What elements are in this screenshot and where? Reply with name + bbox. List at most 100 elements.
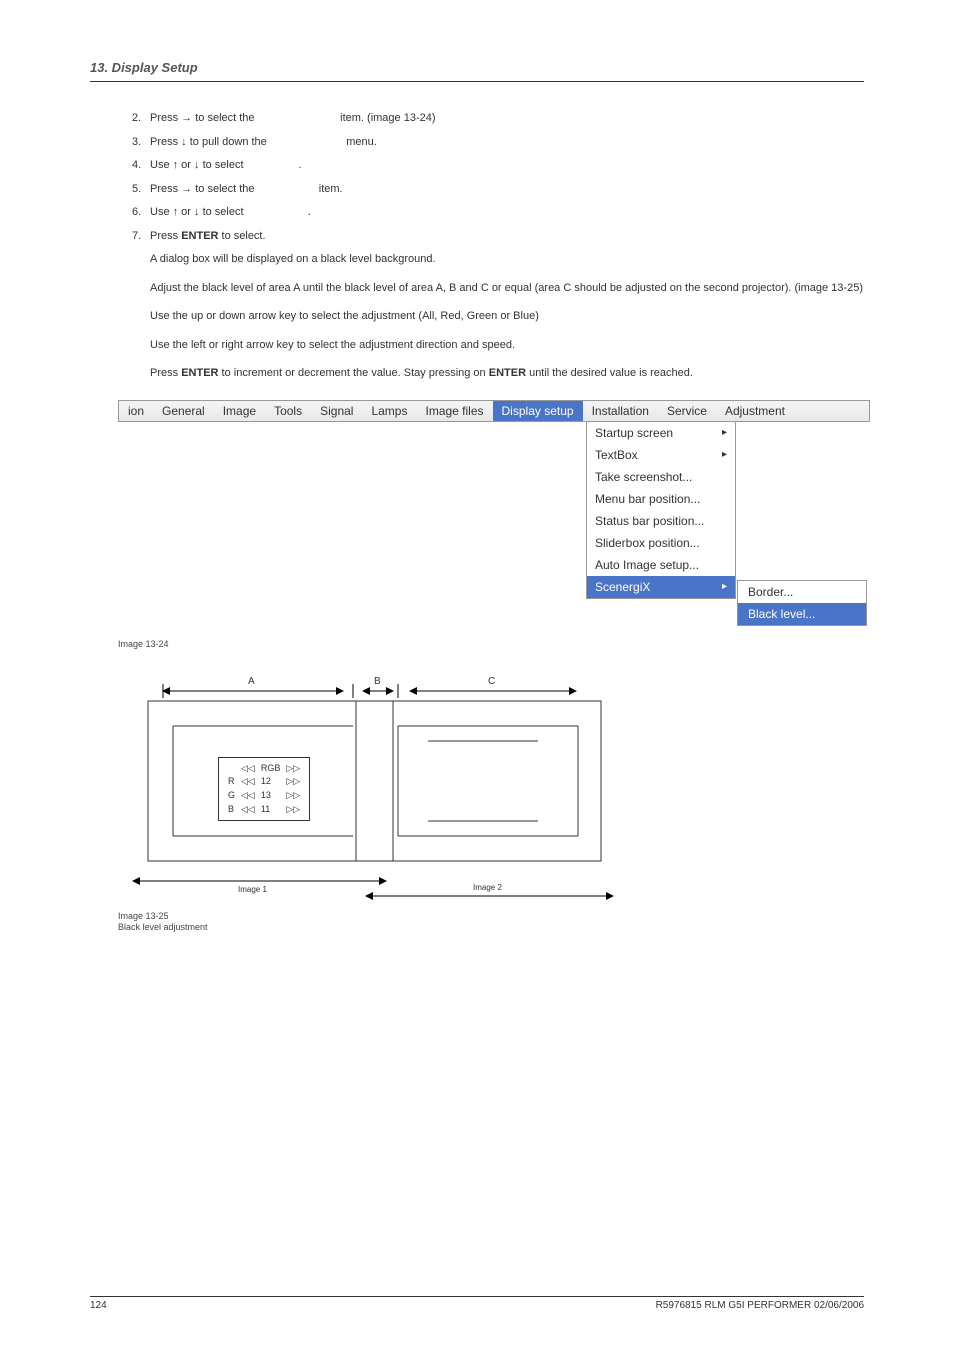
arrow-right-icon: ▷▷ [284, 790, 302, 802]
menu-item-service[interactable]: Service [658, 401, 716, 421]
menu-item-image[interactable]: Image [214, 401, 265, 421]
step-num: 6. [132, 204, 150, 221]
menu-screenshot: ion General Image Tools Signal Lamps Ima… [118, 400, 870, 599]
t: menu. [343, 136, 377, 148]
menu-item-adjustment[interactable]: Adjustment [716, 401, 794, 421]
t: . [305, 206, 311, 218]
t: until the desired value is reached. [526, 367, 693, 379]
t: Press [150, 367, 181, 379]
label: Black level... [748, 607, 815, 621]
label-image1: Image 1 [238, 885, 267, 894]
ch-r: R [226, 776, 237, 788]
dd-status-bar-position[interactable]: Status bar position... [587, 510, 735, 532]
sub-black-level[interactable]: Black level... [738, 603, 866, 625]
step-num: 3. [132, 134, 150, 151]
para-3: Use the up or down arrow key to select t… [150, 308, 864, 325]
arrow-left-icon: ◁◁ [239, 776, 257, 788]
menu-item-general[interactable]: General [153, 401, 214, 421]
t: ENTER [489, 367, 526, 379]
menu-item-signal[interactable]: Signal [311, 401, 362, 421]
step-num: 7. [132, 228, 150, 245]
t: ENTER [181, 367, 218, 379]
menu-item-lamps[interactable]: Lamps [362, 401, 416, 421]
caption-line1: Image 13-25 [118, 911, 864, 923]
step-text: Press → to select the item. [150, 181, 864, 198]
caption-line2: Black level adjustment [118, 922, 864, 934]
step-num: 5. [132, 181, 150, 198]
t: item. (image 13-24) [337, 112, 435, 124]
t: item. [316, 183, 343, 195]
instruction-list: 2.Press → to select the item. (image 13-… [132, 110, 864, 244]
val-r: 12 [259, 776, 283, 788]
label-c: C [488, 676, 495, 687]
menu-item-image-files[interactable]: Image files [416, 401, 492, 421]
t: ENTER [181, 230, 218, 242]
t: Press → to select the [150, 183, 258, 195]
label: Startup screen [595, 426, 673, 440]
val-b: 11 [259, 804, 283, 816]
menu-item-display-setup[interactable]: Display setup [493, 401, 583, 421]
t: . [296, 159, 302, 171]
caption-image-13-25: Image 13-25 Black level adjustment [118, 911, 864, 934]
arrow-right-icon: ▷▷ [284, 776, 302, 788]
t: Press → to select the [150, 112, 258, 124]
step-6: 6.Use ↑ or ↓ to select . [132, 204, 864, 221]
step-text: Press ↓ to pull down the menu. [150, 134, 864, 151]
chevron-right-icon: ▸ [722, 449, 727, 460]
step-3: 3.Press ↓ to pull down the menu. [132, 134, 864, 151]
black-level-diagram: ◁◁RGB▷▷ R◁◁12▷▷ G◁◁13▷▷ B◁◁11▷▷ A B C Im… [118, 671, 638, 911]
step-7: 7.Press ENTER to select. [132, 228, 864, 245]
label: Menu bar position... [595, 492, 700, 506]
para-1: A dialog box will be displayed on a blac… [150, 251, 864, 268]
t: Press ↓ to pull down the [150, 136, 270, 148]
rgb-header: RGB [259, 763, 283, 775]
footer-doc-id: R5976815 RLM G5I PERFORMER 02/06/2006 [656, 1300, 864, 1311]
para-4: Use the left or right arrow key to selec… [150, 337, 864, 354]
sub-border[interactable]: Border... [738, 581, 866, 603]
display-setup-dropdown: Startup screen ▸ TextBox ▸ Take screenshot… [586, 422, 736, 599]
dd-sliderbox-position[interactable]: Sliderbox position... [587, 532, 735, 554]
menu-bar: ion General Image Tools Signal Lamps Ima… [118, 400, 870, 422]
chevron-right-icon: ▸ [722, 427, 727, 438]
t: Use ↑ or ↓ to select [150, 206, 247, 218]
t: Press [150, 230, 181, 242]
label: Auto Image setup... [595, 558, 699, 572]
menu-item-ion[interactable]: ion [119, 401, 153, 421]
arrow-left-icon: ◁◁ [239, 790, 257, 802]
arrow-left-icon: ◁◁ [239, 804, 257, 816]
step-4: 4.Use ↑ or ↓ to select . [132, 157, 864, 174]
arrow-right-icon: ▷▷ [284, 763, 302, 775]
label-b: B [374, 676, 381, 687]
section-heading: 13. Display Setup [90, 60, 864, 82]
chevron-right-icon: ▸ [722, 581, 727, 592]
menu-item-installation[interactable]: Installation [583, 401, 658, 421]
arrow-left-icon: ◁◁ [239, 763, 257, 775]
dd-menu-bar-position[interactable]: Menu bar position... [587, 488, 735, 510]
dd-textbox[interactable]: TextBox ▸ [587, 444, 735, 466]
page-number: 124 [90, 1300, 107, 1311]
dd-take-screenshot[interactable]: Take screenshot... [587, 466, 735, 488]
dd-auto-image-setup[interactable]: Auto Image setup... [587, 554, 735, 576]
label-image2: Image 2 [473, 883, 502, 892]
val-g: 13 [259, 790, 283, 802]
t: Use ↑ or ↓ to select [150, 159, 247, 171]
dd-startup-screen[interactable]: Startup screen ▸ [587, 422, 735, 444]
para-2: Adjust the black level of area A until t… [150, 280, 864, 297]
ch-g: G [226, 790, 237, 802]
label: Sliderbox position... [595, 536, 700, 550]
ch-b: B [226, 804, 237, 816]
menu-item-tools[interactable]: Tools [265, 401, 311, 421]
step-text: Use ↑ or ↓ to select . [150, 204, 864, 221]
para-5: Press ENTER to increment or decrement th… [150, 365, 864, 382]
dd-scenergix[interactable]: ScenergiX▸ [587, 576, 735, 598]
label: TextBox [595, 448, 638, 462]
step-num: 4. [132, 157, 150, 174]
label: Status bar position... [595, 514, 704, 528]
step-text: Press ENTER to select. [150, 228, 864, 245]
rgb-adjustment-box: ◁◁RGB▷▷ R◁◁12▷▷ G◁◁13▷▷ B◁◁11▷▷ [218, 757, 310, 822]
label-a: A [248, 676, 255, 687]
caption-image-13-24: Image 13-24 [118, 639, 864, 649]
label: Take screenshot... [595, 470, 692, 484]
step-5: 5.Press → to select the item. [132, 181, 864, 198]
step-2: 2.Press → to select the item. (image 13-… [132, 110, 864, 127]
